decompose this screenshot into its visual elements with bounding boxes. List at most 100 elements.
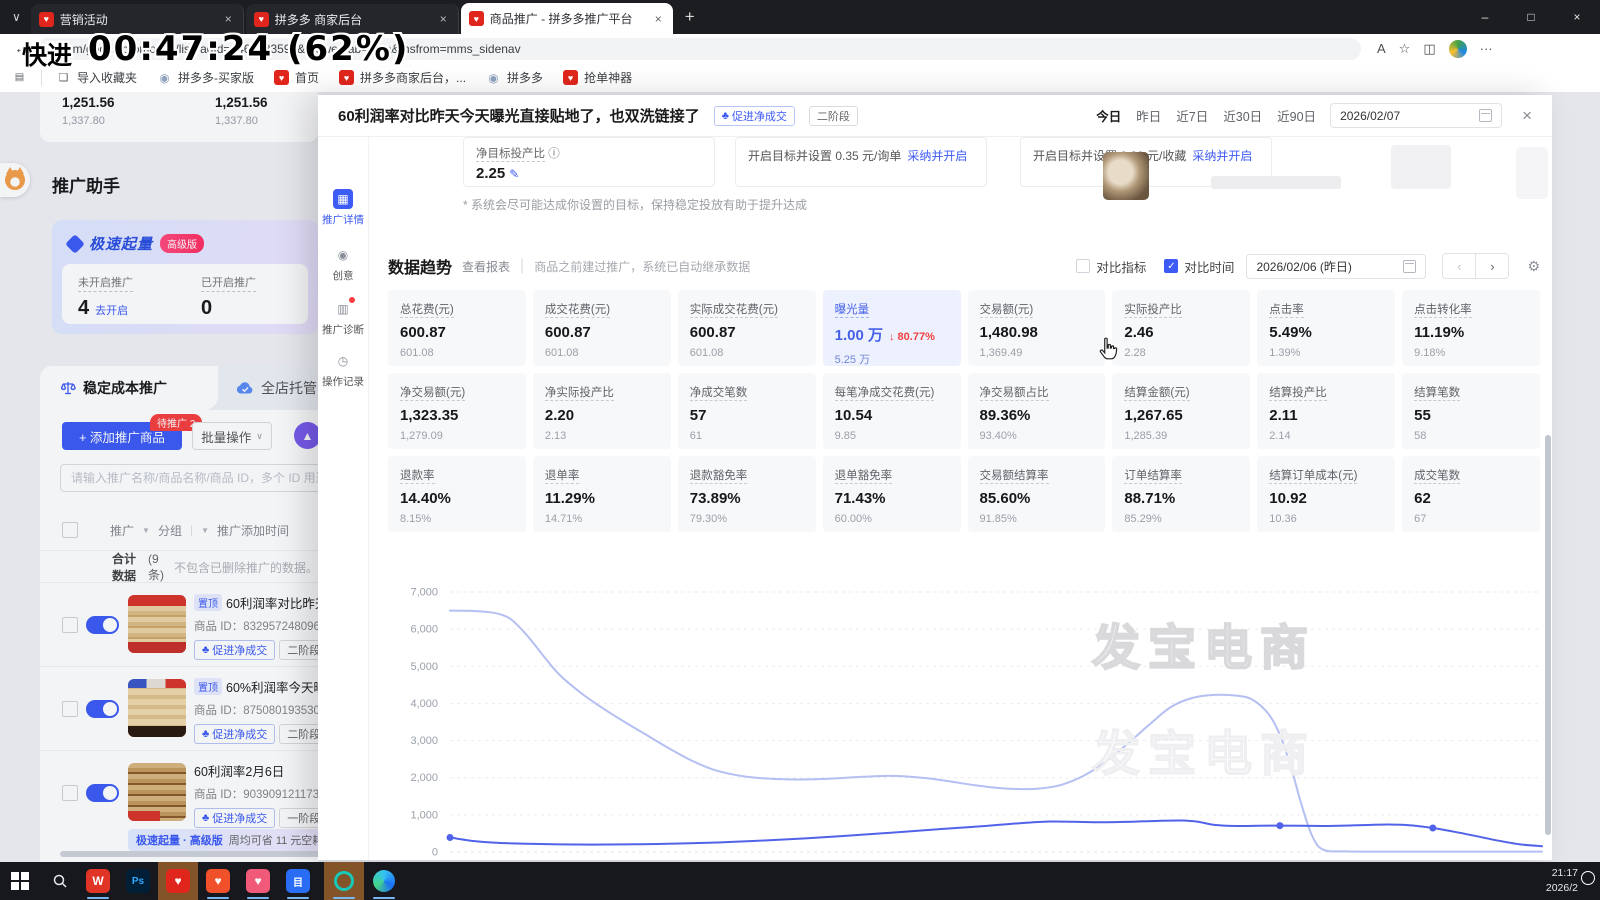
tab-search-chevron-icon[interactable]: ∨ bbox=[12, 10, 21, 24]
drawer-nav-item[interactable]: ◉ 创意 bbox=[318, 245, 368, 283]
sidebar-panel-icon[interactable]: ▤ bbox=[12, 70, 27, 85]
rocket-boost-button[interactable]: ▲ bbox=[294, 422, 318, 449]
trend-metric-card[interactable]: 退单率 11.29% 14.71% bbox=[533, 456, 671, 532]
compare-metric-toggle[interactable]: 对比指标 bbox=[1076, 257, 1146, 276]
merchant-app-icon[interactable]: ♥ bbox=[204, 867, 232, 895]
checkbox-checked[interactable]: ✓ bbox=[1164, 259, 1178, 273]
bookmark-item[interactable]: 抢单神器 bbox=[563, 69, 632, 86]
favorite-star-icon[interactable]: ☆ bbox=[1399, 41, 1411, 57]
info-icon[interactable]: ⓘ bbox=[548, 148, 560, 160]
go-enable-link[interactable]: 去开启 bbox=[95, 302, 128, 318]
filter-icon[interactable]: ▼ bbox=[142, 526, 150, 535]
trend-metric-card[interactable]: 退单豁免率 71.43% 60.00% bbox=[823, 456, 961, 532]
product-title[interactable]: 60%利润率今天曝光柱下跌 bbox=[226, 677, 318, 696]
trend-metric-card[interactable]: 净成交笔数 57 61 bbox=[678, 373, 816, 449]
fox-mascot[interactable] bbox=[0, 163, 30, 197]
select-all-checkbox[interactable] bbox=[62, 522, 78, 538]
trend-metric-card[interactable]: 曝光量 1.00 万 ↓ 80.77% 5.25 万 bbox=[823, 290, 961, 366]
marketing-app-icon[interactable]: ♥ bbox=[244, 867, 272, 895]
next-day-button[interactable]: › bbox=[1476, 254, 1508, 278]
promote-type-badge[interactable]: ♣促进净成交 bbox=[714, 106, 795, 126]
promotion-toggle-on[interactable] bbox=[86, 784, 119, 802]
col-add-time[interactable]: 推广添加时间 bbox=[217, 522, 289, 539]
trend-metric-card[interactable]: 结算笔数 55 58 bbox=[1402, 373, 1540, 449]
notification-icon[interactable] bbox=[1581, 871, 1595, 885]
date-range-option[interactable]: 近30日 bbox=[1223, 106, 1262, 125]
trend-metric-card[interactable]: 总花费(元) 600.87 601.08 bbox=[388, 290, 526, 366]
trend-metric-card[interactable]: 订单结算率 88.71% 85.29% bbox=[1112, 456, 1250, 532]
row-checkbox[interactable] bbox=[62, 785, 78, 801]
maximize-button[interactable]: □ bbox=[1508, 10, 1554, 24]
trend-metric-card[interactable]: 交易额结算率 85.60% 91.85% bbox=[968, 456, 1106, 532]
prev-day-button[interactable]: ‹ bbox=[1443, 254, 1476, 278]
tab-close-icon[interactable]: × bbox=[437, 12, 450, 26]
drawer-nav-item[interactable]: ▦ 推广详情 bbox=[318, 189, 368, 227]
row-checkbox[interactable] bbox=[62, 617, 78, 633]
promotion-search-box[interactable] bbox=[60, 464, 318, 492]
col-group[interactable]: 分组 bbox=[158, 522, 182, 539]
read-aloud-icon[interactable]: A bbox=[1377, 41, 1386, 56]
profile-avatar[interactable] bbox=[1449, 40, 1467, 58]
extensions-icon[interactable]: ◫ bbox=[1423, 41, 1435, 57]
bookmark-item[interactable]: 拼多多-买家版 bbox=[157, 69, 254, 86]
drawer-nav-item[interactable]: ▥ 推广诊断 bbox=[318, 299, 368, 337]
add-promotion-button[interactable]: + 添加推广商品 待推广 2 bbox=[62, 422, 182, 450]
filter-icon[interactable]: ▼ bbox=[201, 526, 209, 535]
trend-metric-card[interactable]: 实际投产比 2.46 2.28 bbox=[1112, 290, 1250, 366]
tab-close-icon[interactable]: × bbox=[652, 12, 665, 26]
edit-pencil-icon[interactable]: ✎ bbox=[509, 167, 519, 181]
close-button[interactable]: × bbox=[1554, 10, 1600, 24]
trend-metric-card[interactable]: 成交笔数 62 67 bbox=[1402, 456, 1540, 532]
adopt-and-enable-link[interactable]: 采纳并开启 bbox=[907, 149, 967, 163]
pinduoduo-app-icon[interactable]: ♥ bbox=[164, 867, 192, 895]
taskbar-search-icon[interactable] bbox=[46, 867, 74, 895]
compare-date-picker[interactable]: 2026/02/06 (昨日) bbox=[1246, 254, 1426, 279]
speed-boost-row-banner[interactable]: 极速起量 · 高级版周均可省 11 元空耗推 bbox=[128, 829, 318, 851]
blue-app-icon[interactable]: 目 bbox=[284, 867, 312, 895]
trend-metric-card[interactable]: 成交花费(元) 600.87 601.08 bbox=[533, 290, 671, 366]
promote-type-tag[interactable]: ♣促进净成交 bbox=[194, 640, 275, 660]
drawer-close-icon[interactable]: × bbox=[1522, 106, 1532, 126]
adopt-and-enable-link[interactable]: 采纳并开启 bbox=[1192, 149, 1252, 163]
batch-operation-button[interactable]: 批量操作∨ bbox=[192, 422, 272, 450]
edge-icon[interactable] bbox=[370, 867, 398, 895]
trend-metric-card[interactable]: 净交易额(元) 1,323.35 1,279.09 bbox=[388, 373, 526, 449]
trend-metric-card[interactable]: 每笔净成交花费(元) 10.54 9.85 bbox=[823, 373, 961, 449]
date-range-option[interactable]: 近7日 bbox=[1176, 106, 1208, 125]
promotion-toggle-on[interactable] bbox=[86, 616, 119, 634]
date-range-option[interactable]: 近90日 bbox=[1277, 106, 1316, 125]
trend-metric-card[interactable]: 退款豁免率 73.89% 79.30% bbox=[678, 456, 816, 532]
search-input[interactable] bbox=[69, 470, 318, 486]
browser-tab[interactable]: ♥ 商品推广 - 拼多多推广平台 × bbox=[461, 3, 673, 34]
trend-metric-card[interactable]: 点击转化率 11.19% 9.18% bbox=[1402, 290, 1540, 366]
date-picker[interactable]: 2026/02/07 bbox=[1330, 103, 1502, 128]
promotion-toggle-on[interactable] bbox=[86, 700, 119, 718]
drawer-nav-item[interactable]: ◷ 操作记录 bbox=[318, 351, 368, 389]
date-range-option[interactable]: 昨日 bbox=[1136, 106, 1161, 125]
taskbar-clock[interactable]: 21:17 2026/2 bbox=[1546, 866, 1578, 896]
browser-app-icon[interactable] bbox=[330, 867, 358, 895]
trend-metric-card[interactable]: 实际成交花费(元) 600.87 601.08 bbox=[678, 290, 816, 366]
tab-stable-cost-promotion[interactable]: 稳定成本推广 bbox=[40, 366, 218, 410]
date-range-option[interactable]: 今日 bbox=[1096, 106, 1121, 125]
trend-metric-card[interactable]: 结算订单成本(元) 10.92 10.36 bbox=[1257, 456, 1395, 532]
browser-menu-icon[interactable]: ··· bbox=[1480, 41, 1493, 56]
bookmark-item[interactable]: 拼多多商家后台，... bbox=[339, 69, 466, 86]
trend-metric-card[interactable]: 退款率 14.40% 8.15% bbox=[388, 456, 526, 532]
bookmark-item[interactable]: 拼多多 bbox=[486, 69, 543, 86]
trend-metric-card[interactable]: 结算投产比 2.11 2.14 bbox=[1257, 373, 1395, 449]
trend-metric-card[interactable]: 净实际投产比 2.20 2.13 bbox=[533, 373, 671, 449]
photoshop-icon[interactable]: Ps bbox=[124, 867, 152, 895]
tab-full-store-hosting[interactable]: 全店托管 bbox=[218, 366, 317, 410]
trend-metric-card[interactable]: 点击率 5.49% 1.39% bbox=[1257, 290, 1395, 366]
start-button[interactable] bbox=[6, 867, 34, 895]
checkbox-unchecked[interactable] bbox=[1076, 259, 1090, 273]
gear-icon[interactable]: ⚙ bbox=[1527, 258, 1540, 275]
product-title[interactable]: 60利润率对比昨天今天曝光直接贴地了 bbox=[226, 593, 318, 612]
trend-metric-card[interactable]: 交易额(元) 1,480.98 1,369.49 bbox=[968, 290, 1106, 366]
trend-metric-card[interactable]: 净交易额占比 89.36% 93.40% bbox=[968, 373, 1106, 449]
tab-close-icon[interactable]: × bbox=[222, 12, 235, 26]
trend-metric-card[interactable]: 结算金额(元) 1,267.65 1,285.39 bbox=[1112, 373, 1250, 449]
product-title[interactable]: 60利润率2月6日 bbox=[194, 761, 284, 780]
view-report-link[interactable]: 查看报表 bbox=[462, 258, 510, 275]
